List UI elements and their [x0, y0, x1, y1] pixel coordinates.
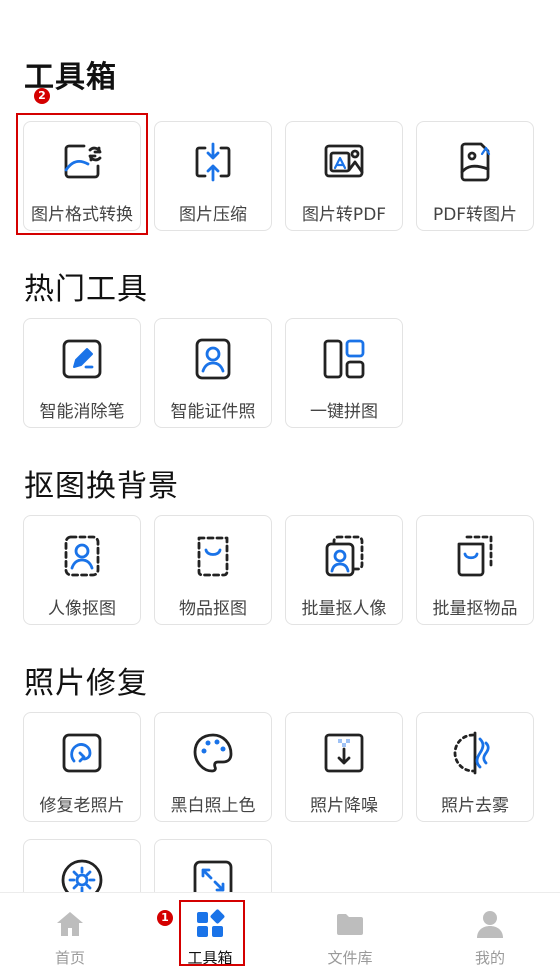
tab-files[interactable]: 文件库: [280, 893, 420, 974]
tool-image-to-pdf[interactable]: 图片转PDF: [285, 121, 403, 231]
tab-label: 文件库: [327, 949, 373, 967]
tool-pdf-to-image[interactable]: PDF转图片: [416, 121, 534, 231]
tool-label: 批量抠物品: [432, 599, 518, 619]
tool-label: 照片降噪: [310, 796, 378, 816]
tool-restore-photo[interactable]: 修复老照片: [23, 712, 141, 822]
tool-expand[interactable]: [154, 839, 272, 892]
tool-denoise[interactable]: 照片降噪: [285, 712, 403, 822]
tab-label: 首页: [54, 949, 85, 967]
user-icon: [477, 911, 503, 938]
tool-batch-object[interactable]: 批量抠物品: [416, 515, 534, 625]
tool-batch-portrait[interactable]: 批量抠人像: [285, 515, 403, 625]
section-title-restore: 照片修复: [24, 666, 148, 701]
brightness-icon: [61, 859, 103, 892]
compress-icon: [195, 142, 231, 182]
tool-label: 黑白照上色: [170, 796, 256, 816]
tool-label: 修复老照片: [39, 796, 125, 816]
tab-mine[interactable]: 我的: [420, 893, 560, 974]
tool-dehaze[interactable]: 照片去雾: [416, 712, 534, 822]
bottom-tab-bar: 首页 工具箱 文件库 我的: [0, 892, 560, 974]
tool-brightness[interactable]: [23, 839, 141, 892]
home-icon: [57, 912, 83, 936]
collage-icon: [323, 339, 365, 379]
portrait-cutout-icon: [64, 535, 100, 577]
tool-label: PDF转图片: [432, 205, 518, 225]
object-cutout-icon: [197, 536, 229, 577]
tool-image-compress[interactable]: 图片压缩: [154, 121, 272, 231]
pdf-to-image-icon: [460, 142, 491, 182]
eraser-pen-icon: [62, 339, 102, 379]
step-badge-1: 1: [157, 910, 173, 926]
tool-colorize[interactable]: 黑白照上色: [154, 712, 272, 822]
section-title-cutout: 抠图换背景: [24, 469, 179, 504]
tool-collage[interactable]: 一键拼图: [285, 318, 403, 428]
tool-label: 图片转PDF: [301, 205, 387, 225]
tool-label: 智能证件照: [170, 402, 256, 422]
tool-label: 一键拼图: [310, 402, 378, 422]
tool-id-photo[interactable]: 智能证件照: [154, 318, 272, 428]
step-badge-2: 2: [34, 88, 50, 104]
denoise-icon: [324, 733, 364, 773]
tool-label: 人像抠图: [48, 599, 116, 619]
palette-icon: [193, 733, 233, 773]
id-photo-icon: [195, 338, 231, 380]
tab-home[interactable]: 首页: [0, 893, 140, 974]
tool-eraser-pen[interactable]: 智能消除笔: [23, 318, 141, 428]
folder-icon: [337, 914, 363, 935]
tool-label: 智能消除笔: [39, 402, 125, 422]
expand-icon: [193, 860, 233, 892]
tool-label: 照片去雾: [441, 796, 509, 816]
dehaze-icon: [453, 731, 490, 775]
tool-label: 图片压缩: [179, 205, 247, 225]
image-to-pdf-icon: [324, 144, 364, 178]
section-title-popular: 热门工具: [24, 272, 148, 307]
highlight-tab-toolbox: [179, 900, 245, 966]
tab-label: 我的: [474, 949, 505, 967]
tool-object-cutout[interactable]: 物品抠图: [154, 515, 272, 625]
toolbox-page: 工具箱 图片格式转换 图片压缩 图片转PDF PDF转图片 热门工具 智能消除笔…: [0, 0, 560, 892]
tool-label: 物品抠图: [179, 599, 247, 619]
tool-label: 批量抠人像: [301, 599, 387, 619]
batch-object-icon: [457, 535, 493, 577]
tool-portrait-cutout[interactable]: 人像抠图: [23, 515, 141, 625]
batch-portrait-icon: [325, 535, 364, 577]
restore-photo-icon: [62, 733, 102, 773]
highlight-image-format-convert: [16, 113, 148, 235]
